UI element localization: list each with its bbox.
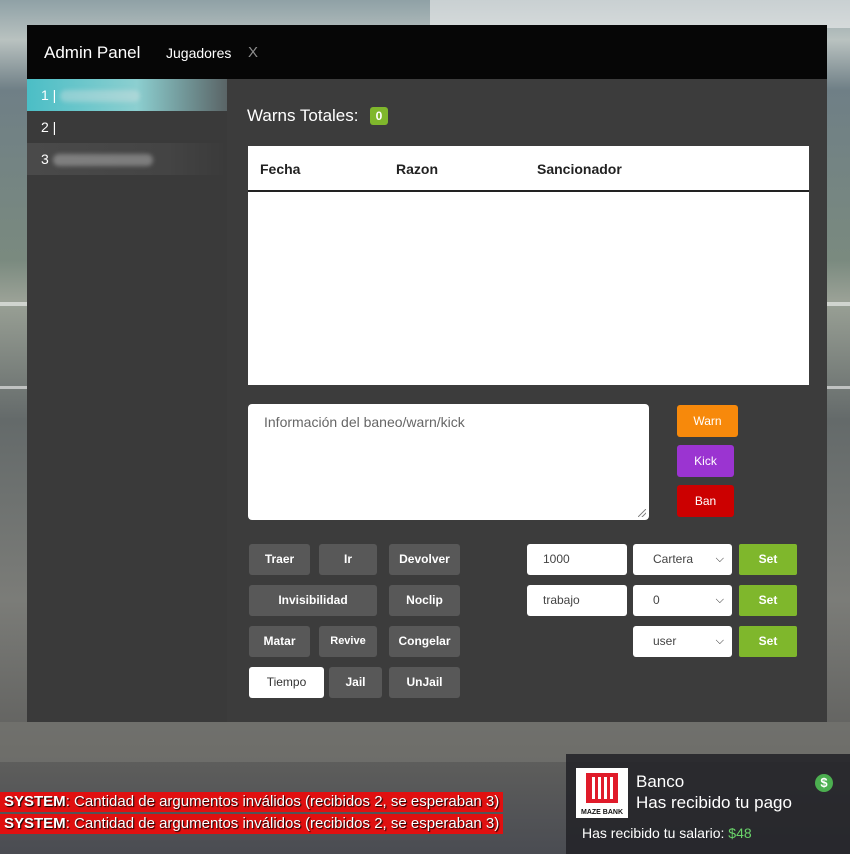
resize-handle-icon[interactable]	[638, 509, 646, 517]
warns-table: Fecha Razon Sancionador	[248, 146, 809, 385]
player-item[interactable]: 1 |	[27, 79, 227, 111]
reason-placeholder: Información del baneo/warn/kick	[264, 414, 465, 430]
invisibilidad-button[interactable]: Invisibilidad	[249, 585, 377, 616]
job-name-input[interactable]: trabajo	[527, 585, 627, 616]
player-label: 2 |	[41, 119, 57, 135]
set-job-button[interactable]: Set	[739, 585, 797, 616]
chat-line: SYSTEM: Cantidad de argumentos inválidos…	[0, 792, 504, 812]
money-amount-input[interactable]: 1000	[527, 544, 627, 575]
panel-title: Admin Panel	[44, 43, 141, 62]
column-fecha: Fecha	[260, 161, 301, 177]
bank-notification: MAZE BANK Banco Has recibido tu pago $ H…	[566, 754, 850, 854]
ir-button[interactable]: Ir	[319, 544, 377, 575]
notification-body-text: Has recibido tu salario:	[582, 825, 725, 841]
reason-textarea[interactable]: Información del baneo/warn/kick	[248, 404, 649, 520]
set-money-button[interactable]: Set	[739, 544, 797, 575]
panel-header: Admin Panel Jugadores X	[27, 25, 827, 79]
maze-bank-mark-icon	[586, 773, 618, 803]
chat-text: : Cantidad de argumentos inválidos (reci…	[65, 815, 500, 832]
column-sancionador: Sancionador	[537, 161, 622, 177]
kick-button[interactable]: Kick	[677, 445, 734, 477]
chevron-down-icon: ⌵	[715, 553, 724, 565]
maze-bank-brand: MAZE BANK	[581, 809, 623, 816]
warns-count-badge: 0	[370, 107, 388, 125]
noclip-button[interactable]: Noclip	[389, 585, 460, 616]
salary-amount: $48	[728, 825, 752, 841]
chevron-down-icon: ⌵	[715, 594, 724, 606]
dollar-icon: $	[815, 774, 833, 792]
maze-bank-logo: MAZE BANK	[576, 768, 628, 818]
column-razon: Razon	[396, 161, 438, 177]
notification-body: Has recibido tu salario: $48	[582, 825, 752, 841]
redacted-name	[60, 90, 141, 103]
group-select[interactable]: user ⌵	[633, 626, 732, 657]
set-group-button[interactable]: Set	[739, 626, 797, 657]
group-value: user	[653, 634, 677, 648]
chevron-down-icon: ⌵	[715, 635, 724, 647]
redacted-name	[52, 154, 153, 167]
traer-button[interactable]: Traer	[249, 544, 310, 575]
money-account-value: Cartera	[653, 552, 694, 566]
chat-prefix: SYSTEM	[4, 793, 66, 810]
admin-panel: Admin Panel Jugadores X 1 | 2 | 3 Warns …	[27, 25, 827, 722]
close-button[interactable]: X	[248, 44, 258, 61]
chat-line: SYSTEM: Cantidad de argumentos inválidos…	[0, 814, 504, 834]
tab-jugadores[interactable]: Jugadores	[166, 45, 231, 61]
notification-subtitle: Has recibido tu pago	[636, 793, 792, 812]
unjail-button[interactable]: UnJail	[389, 667, 460, 698]
job-grade-select[interactable]: 0 ⌵	[633, 585, 732, 616]
jail-button[interactable]: Jail	[329, 667, 382, 698]
player-label: 1 |	[41, 87, 57, 103]
job-grade-value: 0	[653, 593, 660, 607]
warns-total-label: Warns Totales:	[247, 106, 359, 125]
matar-button[interactable]: Matar	[249, 626, 310, 657]
background-building	[430, 0, 850, 28]
chat-prefix: SYSTEM	[4, 815, 66, 832]
player-label: 3	[41, 151, 49, 167]
ban-button[interactable]: Ban	[677, 485, 734, 517]
chat-text: : Cantidad de argumentos inválidos (reci…	[65, 793, 500, 810]
congelar-button[interactable]: Congelar	[389, 626, 460, 657]
player-item[interactable]: 2 |	[27, 111, 227, 143]
tiempo-input[interactable]: Tiempo	[249, 667, 324, 698]
devolver-button[interactable]: Devolver	[389, 544, 460, 575]
player-list: 1 | 2 | 3	[27, 79, 227, 722]
warn-button[interactable]: Warn	[677, 405, 738, 437]
player-item[interactable]: 3	[27, 143, 227, 175]
money-account-select[interactable]: Cartera ⌵	[633, 544, 732, 575]
revive-button[interactable]: Revive	[319, 626, 377, 657]
notification-title: Banco	[636, 772, 685, 791]
warns-table-header: Fecha Razon Sancionador	[248, 146, 809, 192]
